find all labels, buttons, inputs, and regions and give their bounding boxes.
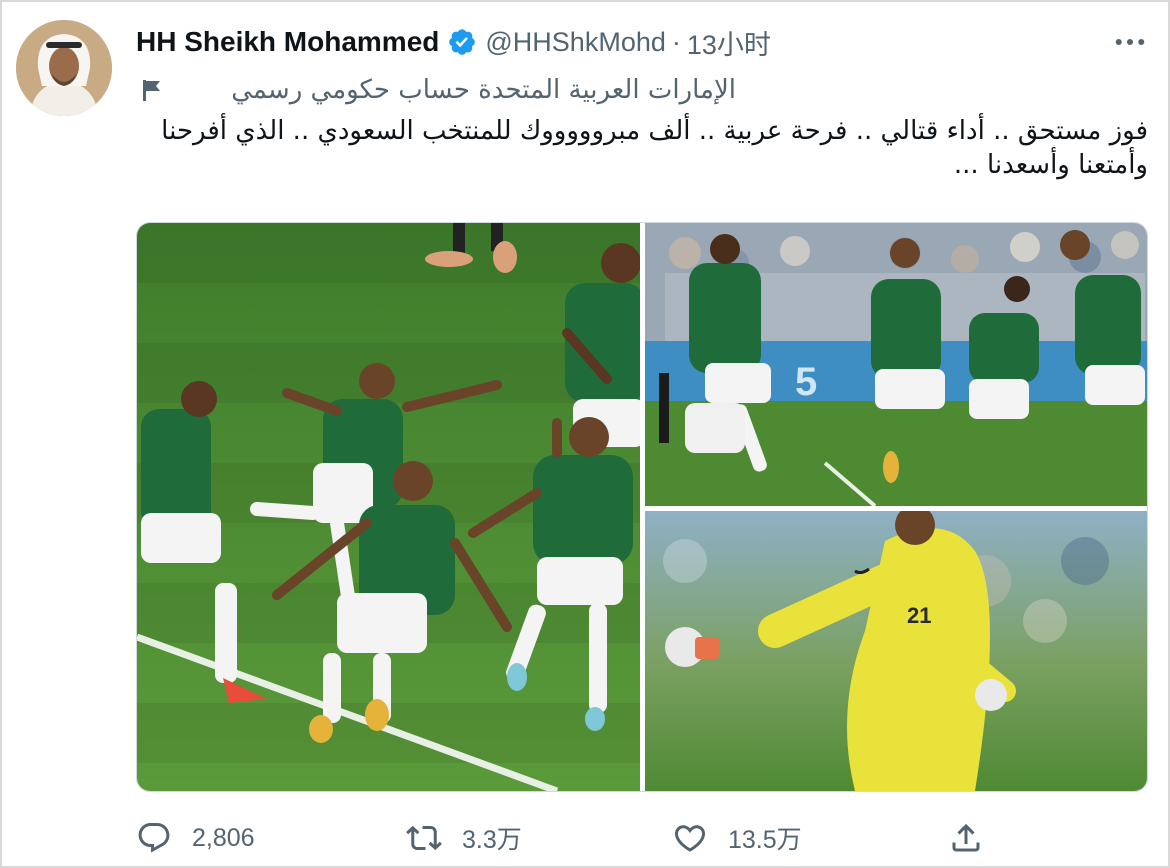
- tweet-header: HH Sheikh Mohammed @HHShkMohd · 13小时: [136, 24, 771, 60]
- more-icon: [1115, 39, 1145, 45]
- heart-icon: [672, 820, 708, 856]
- government-affiliation-label: الإمارات العربية المتحدة حساب حكومي رسمي: [136, 72, 736, 108]
- like-count: 13.5万: [728, 826, 802, 854]
- verified-badge-icon: [447, 27, 477, 57]
- reply-count: 2,806: [192, 823, 255, 852]
- retweet-icon: [406, 820, 442, 856]
- tweet-timestamp[interactable]: 13小时: [687, 23, 771, 62]
- tweet-action-bar: 2,806 3.3万 13.5万: [136, 816, 1148, 860]
- photo-goalkeeper-bottom-right[interactable]: 21: [645, 511, 1147, 791]
- retweet-button[interactable]: 3.3万: [406, 816, 522, 860]
- separator-dot: ·: [671, 26, 681, 57]
- retweet-count: 3.3万: [462, 826, 522, 854]
- share-icon: [948, 820, 984, 856]
- more-button[interactable]: [1110, 28, 1150, 56]
- media-grid: 5 21: [136, 222, 1148, 792]
- tweet-text: فوز مستحق .. أداء قتالي .. فرحة عربية ..…: [161, 116, 1148, 180]
- svg-text:21: 21: [907, 603, 931, 628]
- reply-icon: [136, 820, 172, 856]
- tweet-card: HH Sheikh Mohammed @HHShkMohd · 13小时 الإ…: [0, 0, 1170, 868]
- avatar[interactable]: [16, 20, 112, 116]
- like-button[interactable]: 13.5万: [672, 816, 802, 860]
- share-button[interactable]: [948, 816, 984, 860]
- svg-text:5: 5: [795, 360, 817, 404]
- author-handle[interactable]: @HHShkMohd: [485, 27, 665, 58]
- photo-celebration-top-right[interactable]: 5: [645, 223, 1147, 506]
- photo-celebration-left[interactable]: [137, 223, 640, 791]
- flag-icon: [140, 78, 164, 102]
- affiliation-text: الإمارات العربية المتحدة حساب حكومي رسمي: [231, 75, 736, 105]
- author-display-name[interactable]: HH Sheikh Mohammed: [136, 26, 439, 58]
- reply-button[interactable]: 2,806: [136, 816, 255, 860]
